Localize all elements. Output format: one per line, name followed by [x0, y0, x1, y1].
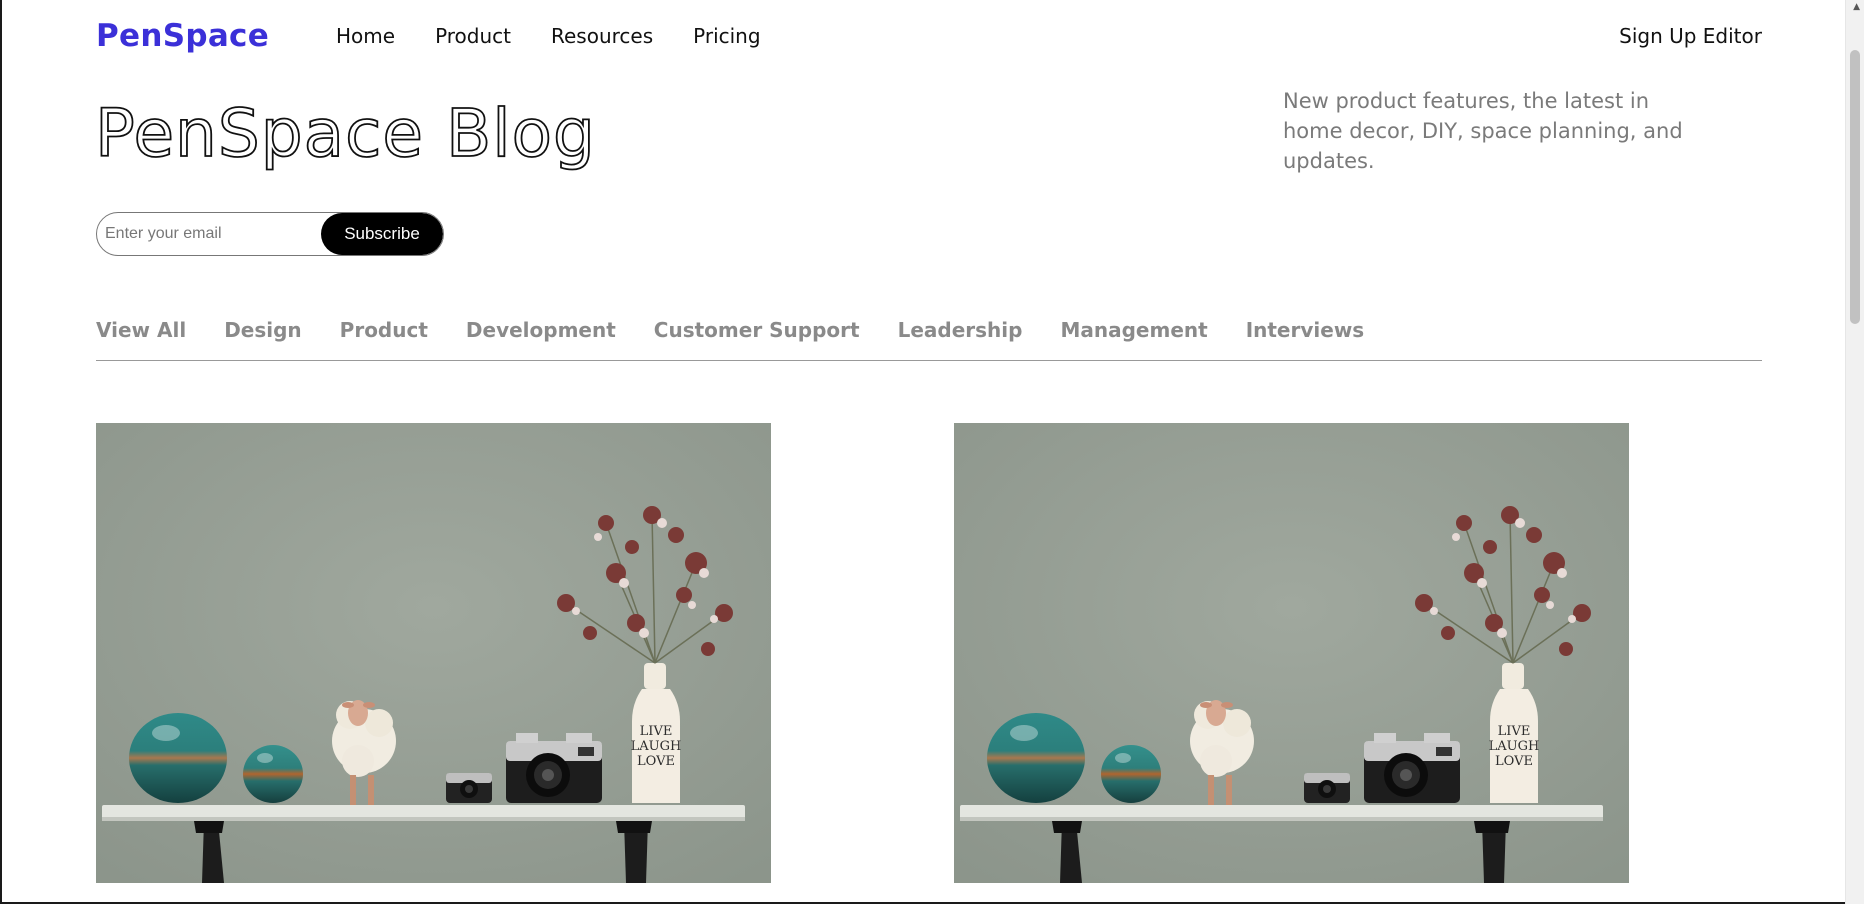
sign-up-editor-link[interactable]: Sign Up Editor [1619, 24, 1762, 48]
tab-management[interactable]: Management [1060, 318, 1207, 342]
tab-interviews[interactable]: Interviews [1246, 318, 1365, 342]
nav-resources-link[interactable]: Resources [551, 24, 653, 48]
tab-development[interactable]: Development [466, 318, 616, 342]
page-title: PenSpace Blog [94, 94, 596, 173]
scroll-up-arrow-icon[interactable]: ▲ [1853, 2, 1860, 12]
nav-home-link[interactable]: Home [336, 24, 395, 48]
svg-text:LAUGH: LAUGH [1489, 739, 1540, 754]
email-input[interactable] [97, 213, 321, 255]
site-logo[interactable]: PenSpace [96, 18, 269, 54]
shelf-photo: LIVE LAUGH LOVE [954, 423, 1629, 883]
svg-text:LOVE: LOVE [637, 754, 675, 769]
tab-customer-support[interactable]: Customer Support [654, 318, 860, 342]
tab-view-all[interactable]: View All [96, 318, 186, 342]
svg-text:LIVE: LIVE [1498, 724, 1531, 739]
svg-text:LIVE: LIVE [640, 724, 673, 739]
svg-text:LAUGH: LAUGH [631, 739, 682, 754]
tab-leadership[interactable]: Leadership [898, 318, 1023, 342]
svg-text:LOVE: LOVE [1495, 754, 1533, 769]
window-left-edge [0, 0, 2, 904]
tab-design[interactable]: Design [224, 318, 301, 342]
nav-pricing-link[interactable]: Pricing [693, 24, 760, 48]
nav-product-link[interactable]: Product [435, 24, 511, 48]
shelf-photo: LIVE LAUGH LOVE [96, 423, 771, 883]
category-tabs: View All Design Product Development Cust… [96, 318, 1364, 342]
blog-card-image[interactable]: LIVE LAUGH LOVE [96, 423, 771, 883]
main-nav: Home Product Resources Pricing [336, 24, 761, 48]
scrollbar-thumb[interactable] [1850, 50, 1860, 324]
page-scrollbar[interactable]: ▲ [1845, 0, 1864, 904]
blog-card-image[interactable]: LIVE LAUGH LOVE [954, 423, 1629, 883]
subscribe-button[interactable]: Subscribe [321, 213, 443, 255]
tab-product[interactable]: Product [340, 318, 428, 342]
tabs-divider [96, 360, 1762, 361]
subscribe-form: Subscribe [96, 212, 444, 256]
blog-description: New product features, the latest in home… [1283, 89, 1683, 173]
